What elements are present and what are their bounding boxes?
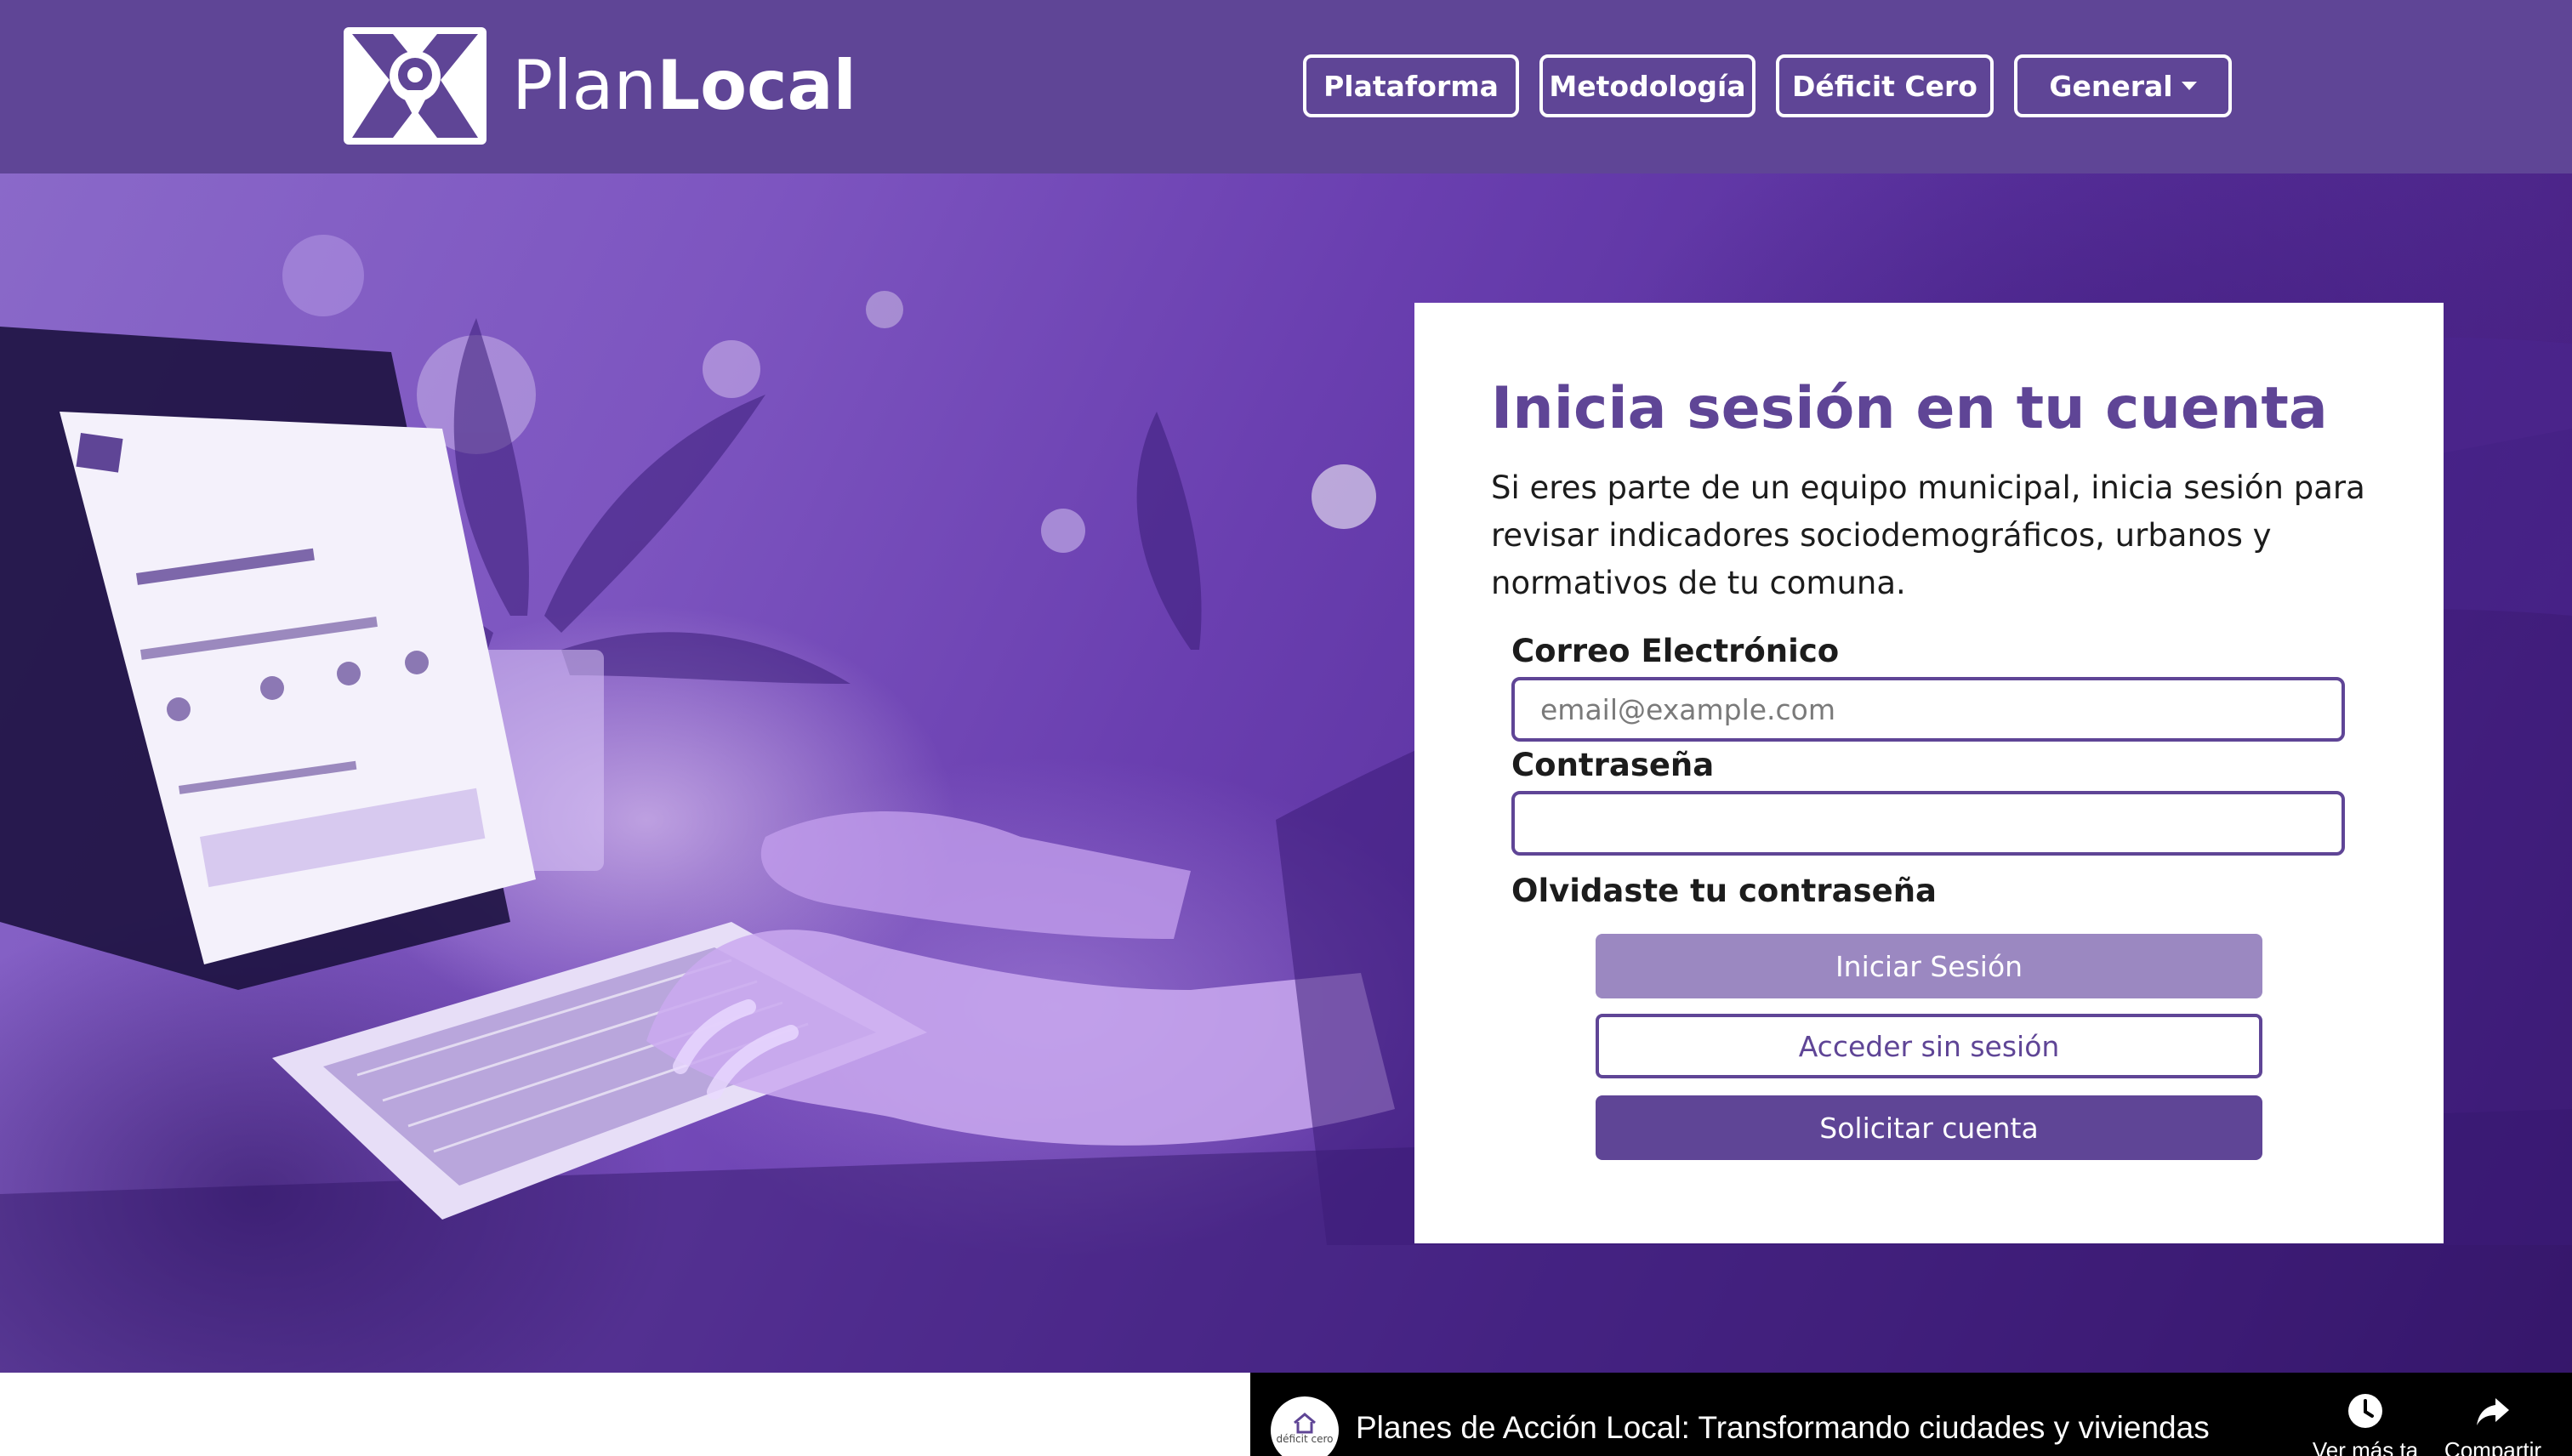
- channel-avatar[interactable]: déficit cero: [1271, 1396, 1339, 1456]
- nav-plataforma-label: Plataforma: [1323, 69, 1499, 103]
- share-label: Compartir: [2444, 1437, 2542, 1456]
- map-pin-logo-icon: [344, 27, 487, 145]
- nav-plataforma-button[interactable]: Plataforma: [1303, 54, 1519, 117]
- guest-access-button[interactable]: Acceder sin sesión: [1596, 1014, 2262, 1078]
- email-label: Correo Electrónico: [1511, 633, 1840, 669]
- channel-avatar-text: déficit cero: [1276, 1433, 1334, 1445]
- clock-icon: [2348, 1394, 2382, 1428]
- nav-deficit-cero-label: Déficit Cero: [1792, 69, 1977, 103]
- brand-name-bold: Local: [657, 46, 856, 125]
- nav-metodologia-label: Metodología: [1549, 69, 1746, 103]
- brand-name: PlanLocal: [512, 52, 856, 120]
- login-button[interactable]: Iniciar Sesión: [1596, 934, 2262, 998]
- watch-later-button[interactable]: Ver más ta: [2310, 1391, 2421, 1456]
- share-button[interactable]: Compartir: [2438, 1391, 2548, 1456]
- request-account-button[interactable]: Solicitar cuenta: [1596, 1095, 2262, 1160]
- video-title[interactable]: Planes de Acción Local: Transformando ci…: [1356, 1410, 2210, 1446]
- planlocal-logo[interactable]: PlanLocal: [344, 27, 856, 145]
- email-field[interactable]: [1511, 677, 2345, 742]
- watch-later-label: Ver más ta: [2312, 1437, 2419, 1456]
- nav-metodologia-button[interactable]: Metodología: [1539, 54, 1755, 117]
- login-description: Si eres parte de un equipo municipal, in…: [1491, 469, 2365, 601]
- nav-general-label: General: [2049, 69, 2173, 103]
- login-title: Inicia sesión en tu cuenta: [1491, 375, 2328, 442]
- login-card: Inicia sesión en tu cuenta Si eres parte…: [1414, 303, 2444, 1243]
- nav-general-dropdown[interactable]: General: [2014, 54, 2232, 117]
- site-header: PlanLocal Plataforma Metodología Déficit…: [0, 0, 2572, 173]
- brand-name-light: Plan: [512, 46, 657, 125]
- caret-down-icon: [2181, 82, 2197, 90]
- password-field[interactable]: [1511, 791, 2345, 856]
- embedded-video[interactable]: déficit cero Planes de Acción Local: Tra…: [1250, 1373, 2572, 1456]
- hero-section: Inicia sesión en tu cuenta Si eres parte…: [0, 173, 2572, 1373]
- password-label: Contraseña: [1511, 747, 1715, 783]
- forgot-password-link[interactable]: Olvidaste tu contraseña: [1511, 873, 1937, 909]
- house-icon: [1294, 1413, 1316, 1434]
- nav-deficit-cero-button[interactable]: Déficit Cero: [1776, 54, 1994, 117]
- share-icon: [2477, 1398, 2509, 1425]
